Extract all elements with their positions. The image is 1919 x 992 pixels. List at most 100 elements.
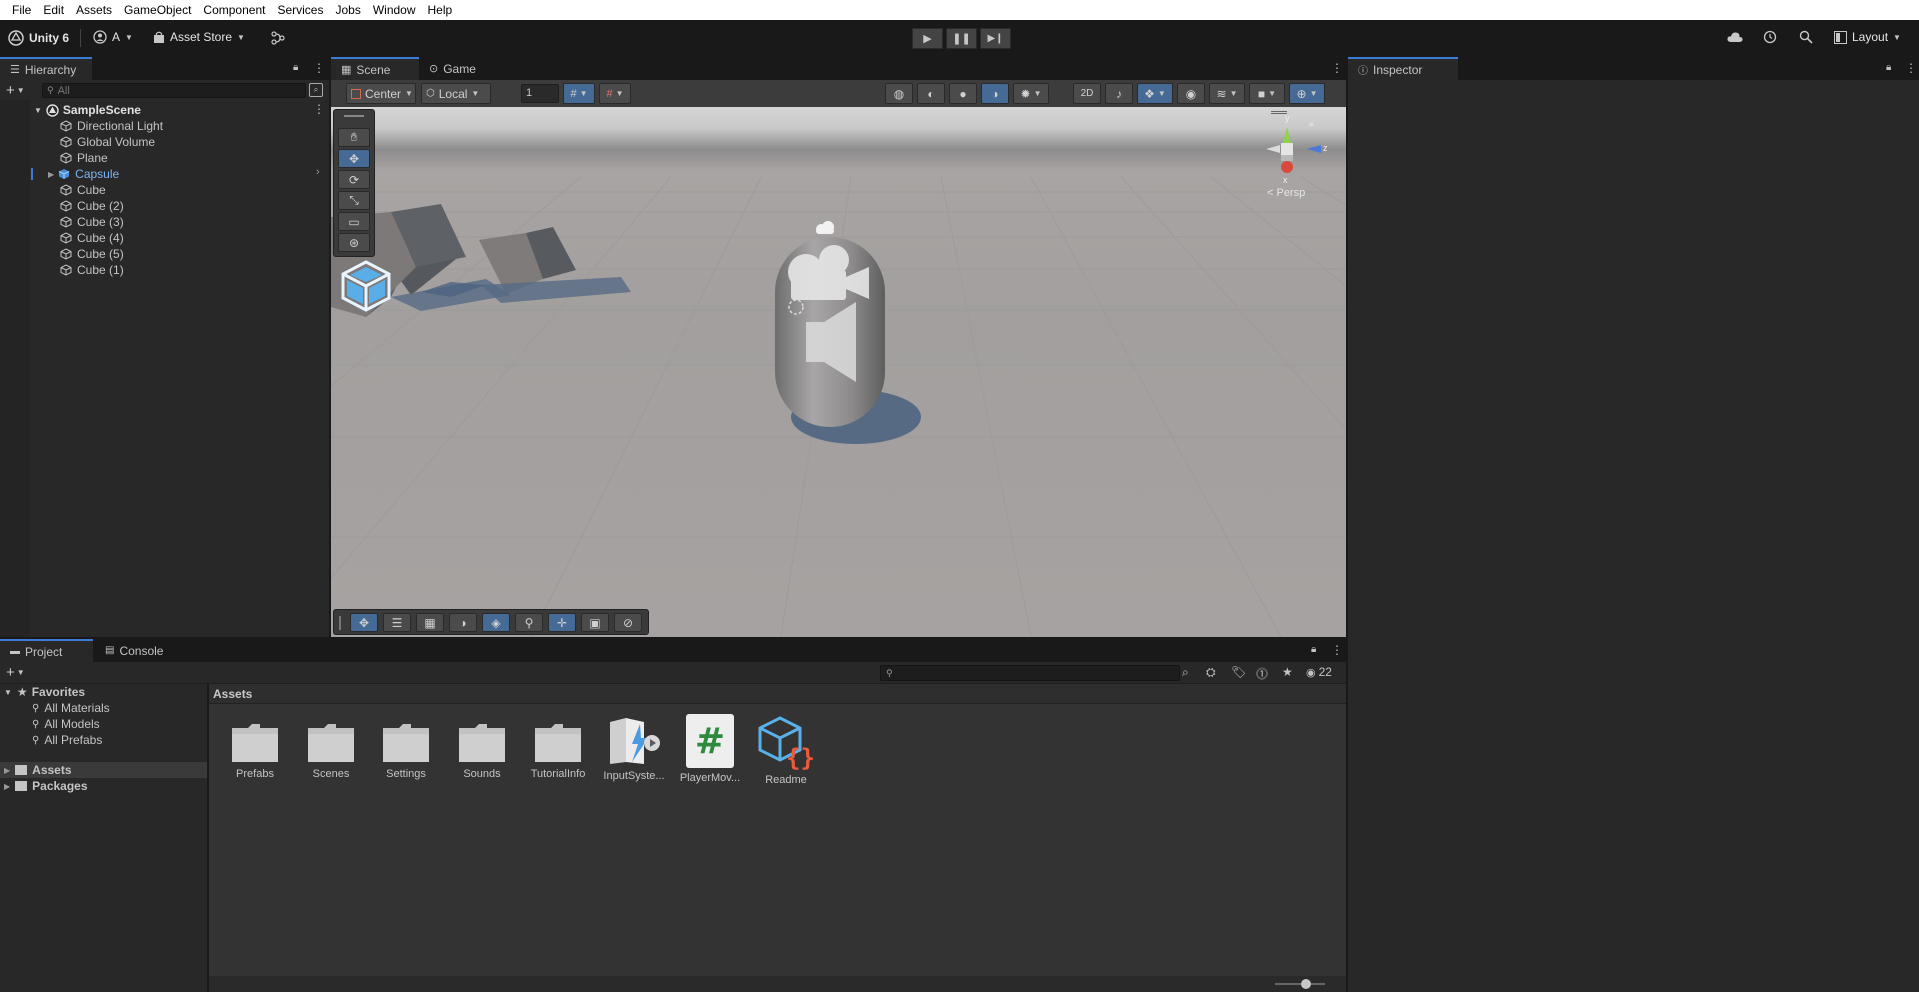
2d-toggle[interactable]: 2D	[1073, 83, 1101, 104]
drag-handle[interactable]	[344, 115, 364, 117]
hierarchy-item[interactable]: Cube (1)	[0, 262, 329, 278]
overlay-move-snap[interactable]: ✥	[350, 613, 378, 632]
transform-tool[interactable]: ⊛	[338, 233, 370, 252]
hierarchy-search-input[interactable]	[57, 84, 258, 97]
overlay-search[interactable]: ⚲	[515, 613, 543, 632]
search-button[interactable]	[1799, 30, 1813, 47]
hierarchy-item[interactable]: Plane	[0, 150, 329, 166]
asset-folder[interactable]: TutorialInfo	[522, 720, 594, 800]
hierarchy-item[interactable]: Directional Light	[0, 118, 329, 134]
snap-increment-toggle[interactable]: # ▼	[599, 83, 631, 104]
lighting-dropdown[interactable]: ✹ ▼	[1013, 83, 1049, 104]
menu-gameobject[interactable]: GameObject	[118, 0, 197, 20]
orientation-gizmo[interactable]: 🔒︎ y z x < Persp	[1261, 109, 1341, 209]
account-dropdown[interactable]: A ▼	[93, 30, 133, 44]
favorites-row[interactable]: ▼ ★ Favorites	[4, 684, 85, 700]
zoom-slider-thumb[interactable]	[1301, 979, 1311, 989]
project-search[interactable]: ⚲	[880, 665, 1180, 681]
grid-visibility-toggle[interactable]: # ▼	[563, 83, 595, 104]
hierarchy-item[interactable]: Cube (4)	[0, 230, 329, 246]
gizmos-dropdown[interactable]: ⊕ ▼	[1289, 83, 1325, 104]
asset-folder[interactable]: Scenes	[295, 720, 367, 800]
tab-console[interactable]: ▤ Console	[95, 639, 177, 662]
draw-mode-shaded-wireframe[interactable]: ◐	[917, 83, 945, 104]
scale-tool[interactable]: ⤡	[338, 191, 370, 210]
play-button[interactable]: ▶	[912, 28, 943, 49]
pause-button[interactable]: ❚❚	[946, 28, 977, 49]
asset-folder[interactable]: Settings	[370, 720, 442, 800]
favorites-item[interactable]: ⚲ All Models	[32, 716, 100, 732]
hierarchy-item[interactable]: Cube (5)	[0, 246, 329, 262]
undo-history-button[interactable]	[1763, 30, 1777, 47]
unity-home[interactable]: Unity 6	[8, 30, 69, 46]
hierarchy-item[interactable]: Cube	[0, 182, 329, 198]
camera-dropdown[interactable]: ■ ▼	[1249, 83, 1285, 104]
asset-script[interactable]: # PlayerMov...	[674, 714, 746, 800]
lock-icon[interactable]: 🔒︎	[1311, 644, 1316, 655]
more-options-icon[interactable]: ⋮	[1905, 61, 1917, 75]
visible-count[interactable]: ◉ 22	[1306, 665, 1332, 679]
folder-row-assets[interactable]: ▶ Assets	[0, 762, 207, 778]
tag-icon[interactable]: 🏷︎	[1231, 665, 1246, 679]
more-options-icon[interactable]: ⋮	[313, 102, 325, 116]
pivot-center-dropdown[interactable]: Center ▼	[346, 83, 416, 104]
menu-component[interactable]: Component	[197, 0, 271, 20]
create-asset-button[interactable]: + ▼	[6, 664, 25, 681]
overlay-camera[interactable]: ▣	[581, 613, 609, 632]
rotate-tool[interactable]: ⟳	[338, 170, 370, 189]
warning-filter-icon[interactable]: ⓵	[1256, 665, 1268, 682]
layout-dropdown[interactable]: Layout ▼	[1834, 30, 1901, 44]
menu-assets[interactable]: Assets	[70, 0, 118, 20]
menu-help[interactable]: Help	[422, 0, 459, 20]
more-options-icon[interactable]: ⋮	[1331, 61, 1343, 75]
favorite-star-icon[interactable]: ★	[1282, 665, 1293, 679]
hierarchy-item[interactable]: Cube (3)	[0, 214, 329, 230]
tab-game[interactable]: ⊙ Game	[419, 57, 489, 80]
overlay-orientation[interactable]: ◑	[449, 613, 477, 632]
hierarchy-item[interactable]: Cube (2)	[0, 198, 329, 214]
move-tool[interactable]: ✥	[338, 149, 370, 168]
more-options-icon[interactable]: ⋮	[1331, 643, 1343, 657]
draw-mode-shaded[interactable]: ●	[949, 83, 977, 104]
menu-file[interactable]: File	[6, 0, 37, 20]
menu-jobs[interactable]: Jobs	[329, 0, 366, 20]
tab-project[interactable]: ▬ Project	[0, 639, 93, 662]
draw-mode-wireframe[interactable]: ◍	[885, 83, 913, 104]
hand-tool[interactable]: ✋︎	[338, 128, 370, 147]
tab-scene[interactable]: ▦ Scene	[331, 57, 419, 80]
tab-inspector[interactable]: ⓘ Inspector	[1348, 57, 1458, 80]
overlay-grid-snap[interactable]: ▦	[416, 613, 444, 632]
overlay-compass[interactable]: ⊘	[614, 613, 642, 632]
asset-input-actions[interactable]: InputSyste...	[598, 718, 670, 800]
search-by-label-icon[interactable]: ⛭	[1206, 665, 1216, 680]
grid-snap-field[interactable]: 1	[521, 84, 559, 103]
favorites-item[interactable]: ⚲ All Prefabs	[32, 732, 102, 748]
asset-readme[interactable]: {} Readme	[750, 716, 822, 800]
lock-icon[interactable]: 🔒︎	[293, 62, 298, 73]
search-by-type-icon[interactable]: ⌕	[1182, 665, 1189, 680]
audio-toggle[interactable]: ♪	[1105, 83, 1133, 104]
overlay-surface-snap[interactable]: ◈	[482, 613, 510, 632]
asset-folder[interactable]: Sounds	[446, 720, 518, 800]
splitter-vertical[interactable]	[329, 57, 331, 639]
menu-services[interactable]: Services	[271, 0, 329, 20]
effects-dropdown[interactable]: ❖ ▼	[1137, 83, 1173, 104]
layers-dropdown[interactable]: ≋ ▼	[1209, 83, 1245, 104]
scene-row[interactable]: ▼ SampleScene ⋮	[0, 102, 329, 118]
asset-store-dropdown[interactable]: Asset Store ▼	[153, 30, 245, 44]
hierarchy-item[interactable]: Global Volume	[0, 134, 329, 150]
hierarchy-item-capsule[interactable]: ▶ Capsule ›	[0, 166, 329, 182]
draw-mode-lit[interactable]: ◑	[981, 83, 1009, 104]
step-button[interactable]: ▶❙	[980, 28, 1011, 49]
version-control-button[interactable]	[271, 31, 285, 48]
folder-row-packages[interactable]: ▶ Packages	[4, 778, 88, 794]
perspective-label[interactable]: < Persp	[1267, 187, 1305, 199]
favorites-item[interactable]: ⚲ All Materials	[32, 700, 110, 716]
hierarchy-search[interactable]: ⚲	[42, 83, 306, 98]
overlay-tool-settings[interactable]: ☰	[383, 613, 411, 632]
asset-folder[interactable]: Prefabs	[219, 720, 291, 800]
scene-search-icon[interactable]: ⌕	[309, 83, 323, 97]
scene-visibility-toggle[interactable]: ◉	[1177, 83, 1205, 104]
cloud-button[interactable]	[1727, 31, 1743, 46]
rect-tool[interactable]: ▭	[338, 212, 370, 231]
